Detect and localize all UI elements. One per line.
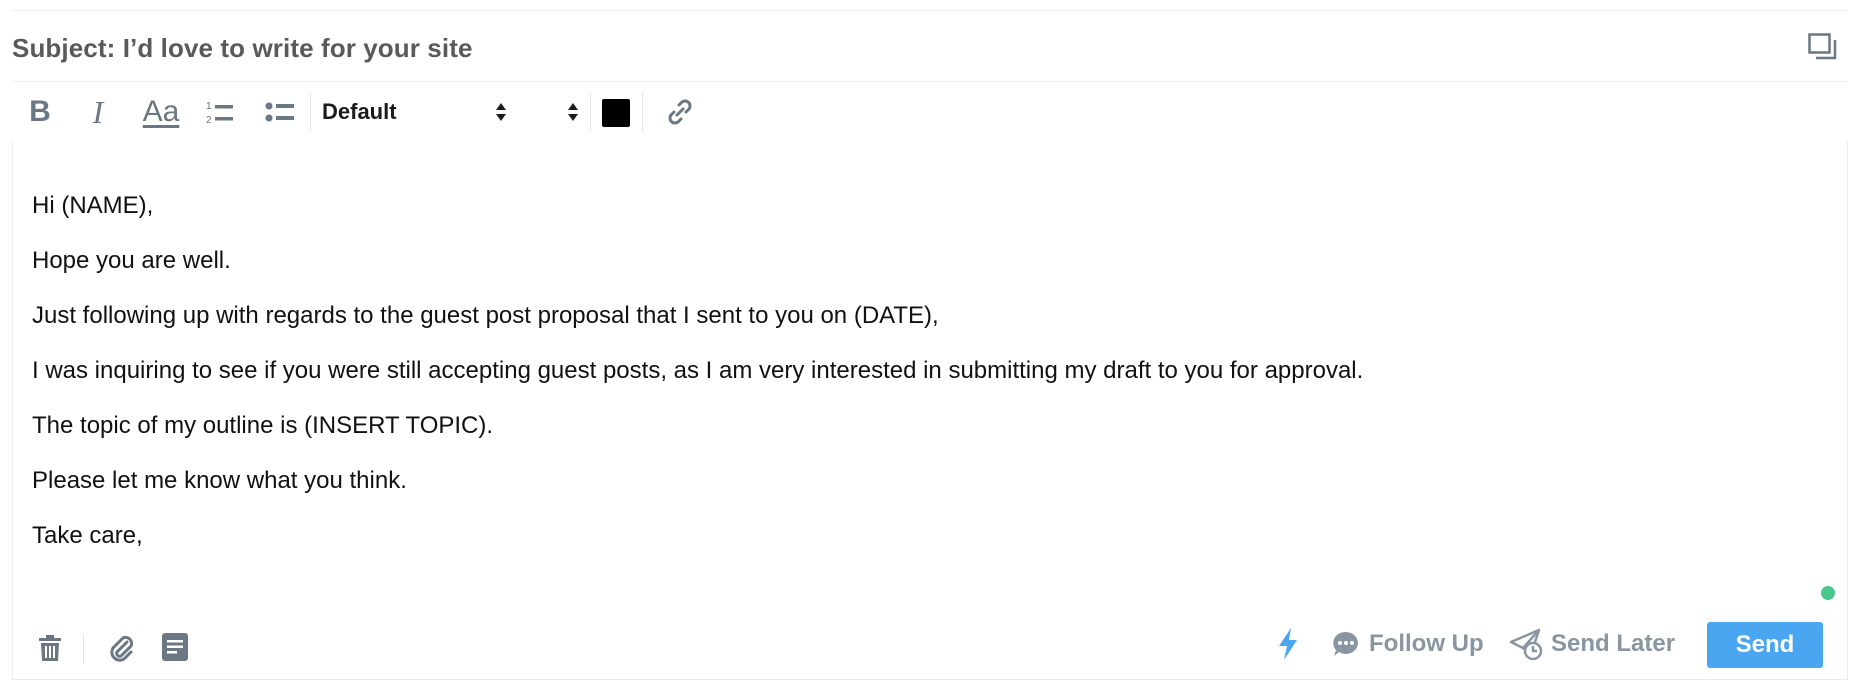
svg-text:2: 2 [206, 115, 212, 125]
lightning-icon[interactable] [1273, 626, 1303, 662]
link-icon[interactable] [660, 92, 700, 132]
ordered-list-icon[interactable]: 1 2 [200, 92, 240, 132]
select-arrows-icon [568, 103, 578, 121]
footer-divider [83, 634, 84, 664]
toolbar-divider [590, 92, 591, 132]
bold-icon[interactable]: B [24, 92, 56, 132]
message-line: The topic of my outline is (INSERT TOPIC… [32, 412, 494, 439]
svg-text:1: 1 [206, 101, 212, 112]
popout-window-icon[interactable] [1808, 33, 1838, 61]
bullet-list-icon[interactable] [260, 92, 300, 132]
message-line: I was inquiring to see if you were still… [32, 357, 1364, 384]
chat-bubble-icon [1333, 631, 1358, 656]
paper-plane-clock-icon [1509, 628, 1543, 660]
font-family-select[interactable]: Default [322, 92, 510, 132]
text-color-swatch[interactable] [602, 99, 630, 127]
message-line: Hi (NAME), [32, 192, 154, 219]
subject-line[interactable]: Subject: I’d love to write for your site [12, 33, 473, 64]
status-dot [1821, 586, 1835, 600]
trash-icon[interactable] [35, 632, 65, 664]
select-arrows-icon [496, 103, 506, 121]
template-icon[interactable] [161, 632, 189, 662]
subject-row[interactable]: Subject: I’d love to write for your site [12, 11, 1848, 82]
toolbar-divider [310, 92, 311, 132]
message-text[interactable]: Hi (NAME), Hope you are well. Just follo… [32, 192, 1363, 577]
paperclip-icon[interactable] [105, 632, 139, 666]
message-line: Please let me know what you think. [32, 467, 407, 494]
send-later-button[interactable]: Send Later [1509, 626, 1675, 662]
message-body-editor[interactable]: Hi (NAME), Hope you are well. Just follo… [12, 142, 1848, 680]
follow-up-button[interactable]: Follow Up [1331, 626, 1484, 662]
message-line: Hope you are well. [32, 247, 231, 274]
font-size-select[interactable] [522, 92, 586, 132]
follow-up-label: Follow Up [1369, 630, 1484, 657]
text-size-icon[interactable]: Aa [136, 92, 186, 132]
toolbar-divider [642, 92, 643, 132]
message-line: Just following up with regards to the gu… [32, 302, 939, 329]
send-later-label: Send Later [1551, 630, 1676, 657]
formatting-toolbar: B I Aa 1 2 Default [12, 82, 1848, 142]
message-line: Take care, [32, 522, 143, 549]
send-button[interactable]: Send [1707, 622, 1823, 668]
italic-icon[interactable]: I [82, 92, 114, 132]
font-family-value: Default [322, 99, 397, 124]
